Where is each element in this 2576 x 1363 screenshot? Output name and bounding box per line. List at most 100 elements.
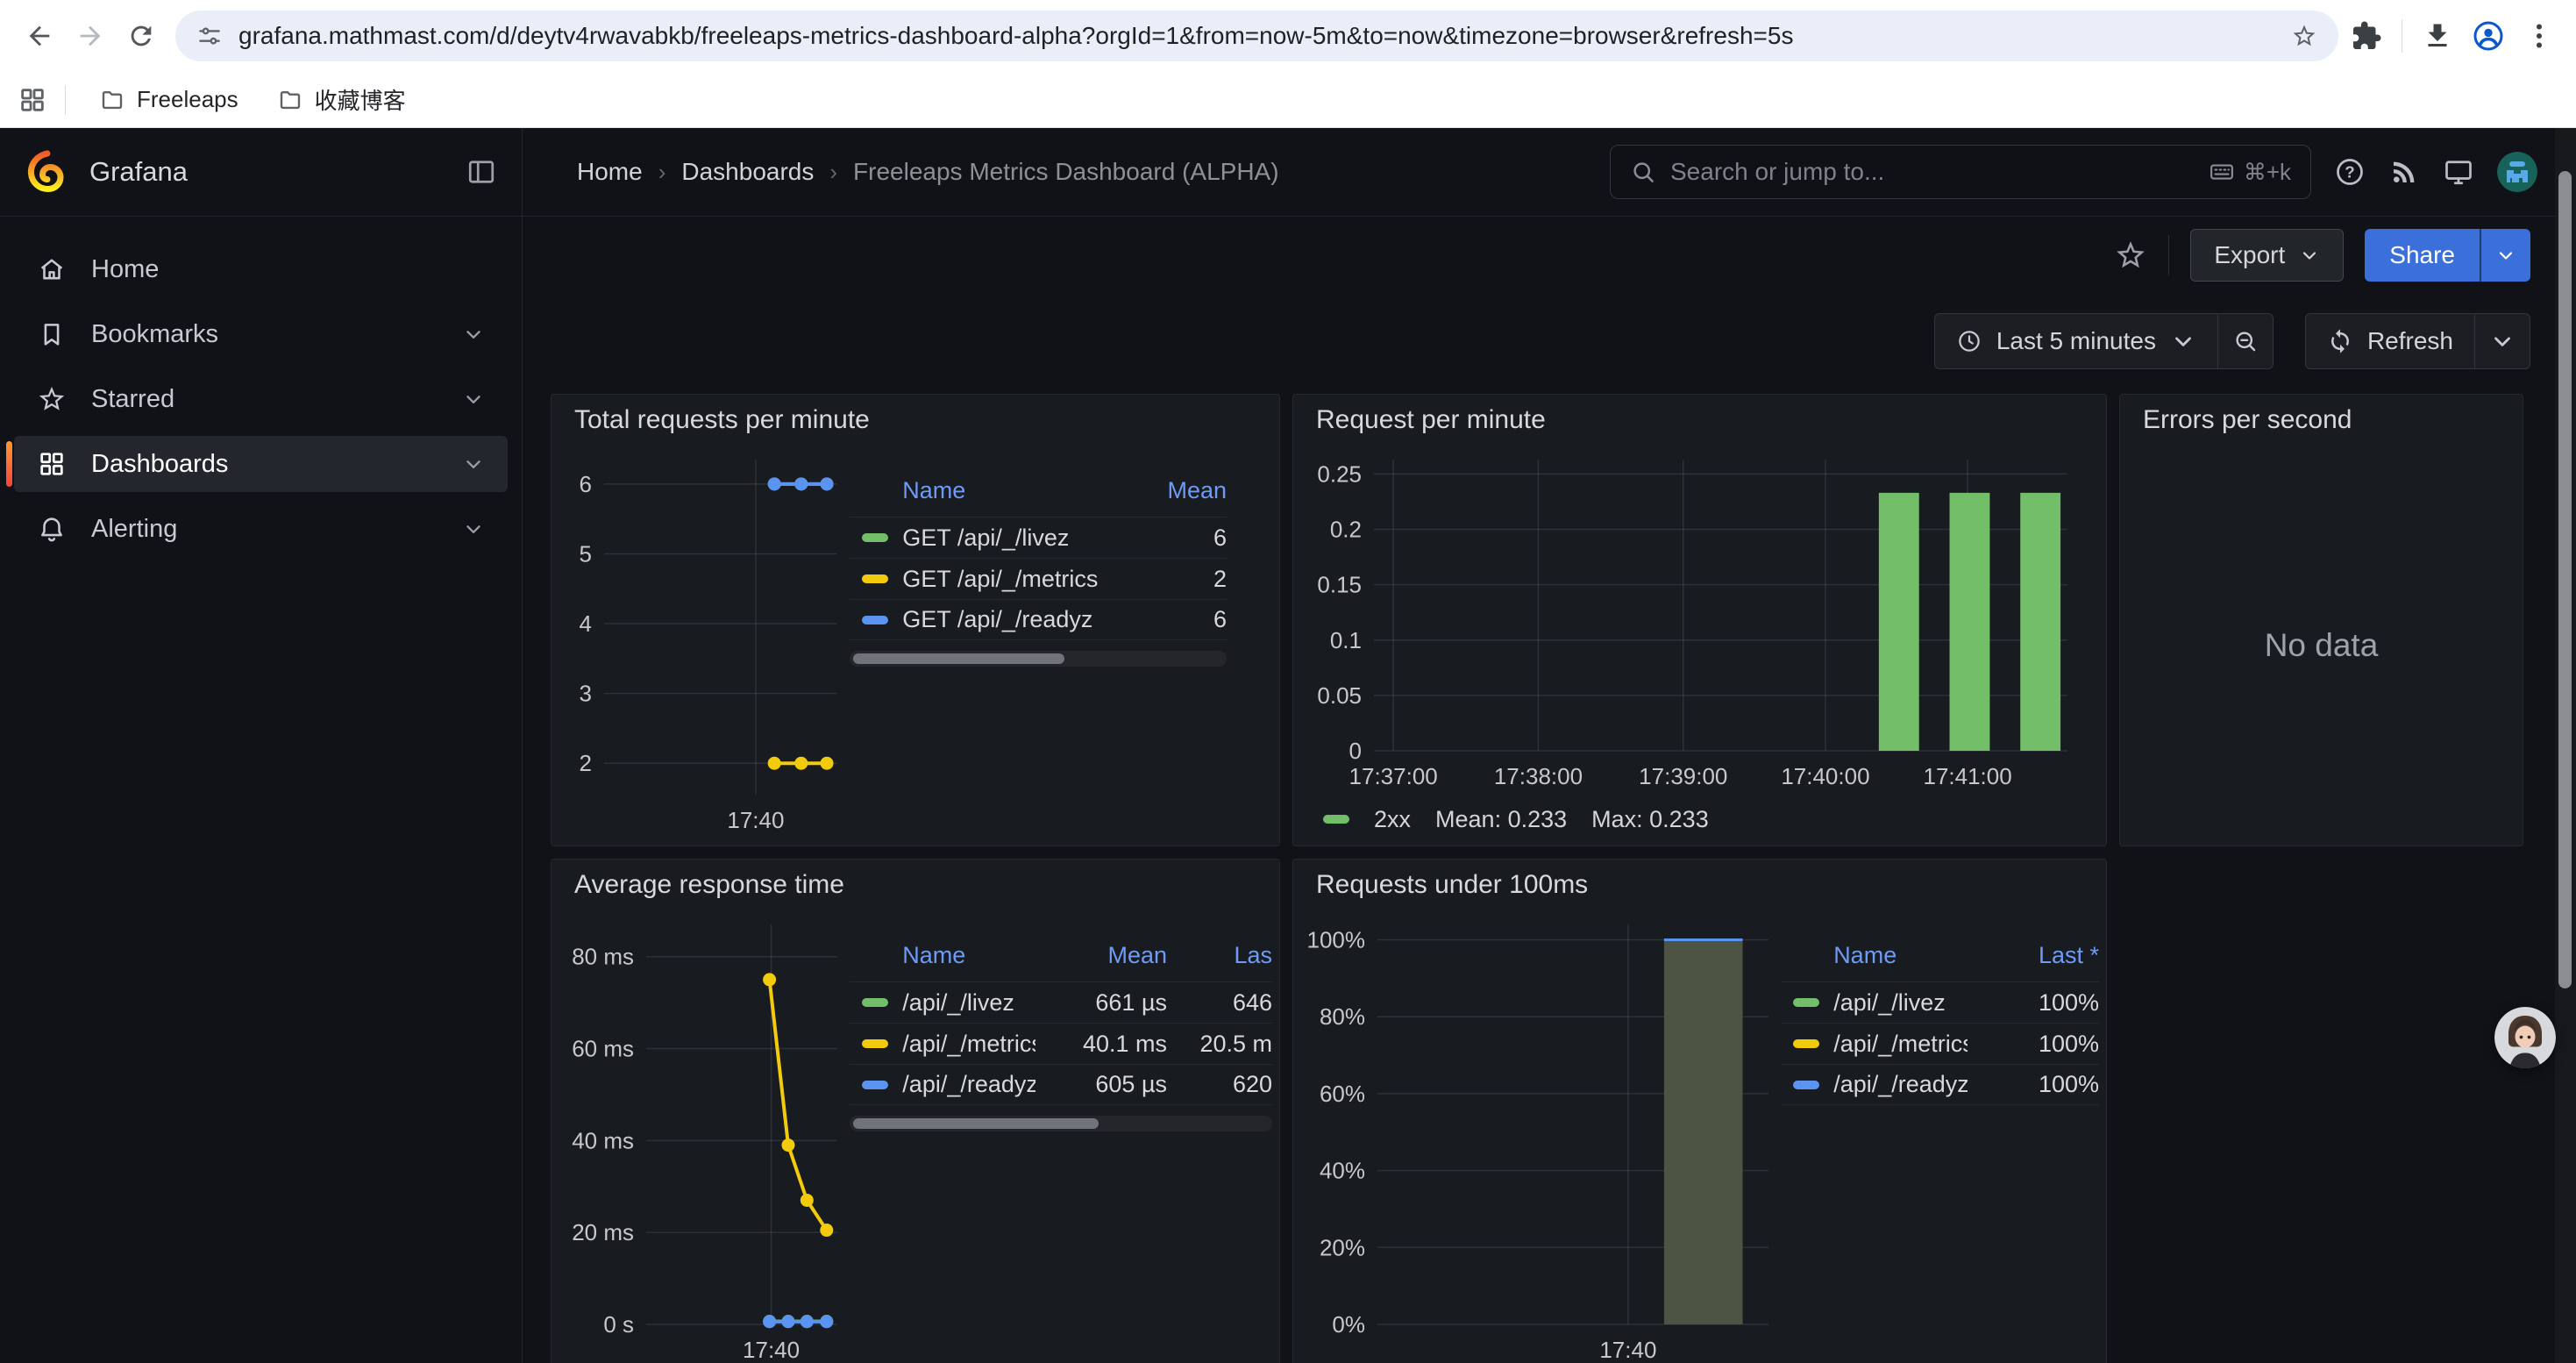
panel-title[interactable]: Total requests per minute: [551, 395, 1279, 446]
series-color-pill: [1323, 815, 1349, 824]
legend-row-get-api-livez[interactable]: GET /api/_/livez6: [850, 517, 1227, 558]
panel-requests-under-100ms: Requests under 100ms0%20%40%60%80%100%17…: [1292, 859, 2107, 1363]
keyboard-icon: [2209, 159, 2235, 185]
menu-icon[interactable]: [2523, 20, 2555, 52]
chart-plot[interactable]: 2345617:40: [551, 446, 850, 837]
tune-icon[interactable]: [196, 23, 223, 49]
legend-column-mean[interactable]: Mean: [1035, 942, 1167, 969]
favorite-dashboard-button[interactable]: [2114, 239, 2147, 272]
legend-row-api-livez[interactable]: /api/_/livez661 µs646: [850, 981, 1272, 1023]
share-button[interactable]: Share: [2365, 229, 2480, 282]
legend-row-api-metrics[interactable]: /api/_/metrics100%: [1781, 1023, 2099, 1064]
export-button[interactable]: Export: [2190, 229, 2344, 282]
series-value: 620: [1167, 1071, 1272, 1098]
chart-plot[interactable]: 0 s20 ms40 ms60 ms80 ms17:40: [551, 910, 850, 1363]
search-box[interactable]: ⌘+k: [1610, 145, 2311, 199]
legend-row-get-api-metrics[interactable]: GET /api/_/metrics2: [850, 558, 1227, 599]
refresh-button[interactable]: Refresh: [2306, 314, 2474, 368]
legend-column-name[interactable]: Name: [850, 942, 1035, 969]
download-icon[interactable]: [2422, 20, 2453, 52]
panel-title[interactable]: Errors per second: [2120, 395, 2523, 446]
svg-text:17:39:00: 17:39:00: [1639, 763, 1727, 789]
legend-h-scrollbar-thumb[interactable]: [853, 1118, 1098, 1129]
panel-toggle-icon[interactable]: [466, 156, 497, 188]
news-button[interactable]: [2388, 156, 2420, 188]
bookmark-label: Freeleaps: [137, 86, 238, 113]
display-button[interactable]: [2443, 156, 2474, 188]
chevron-down-icon[interactable]: [462, 453, 485, 475]
breadcrumb-home[interactable]: Home: [577, 158, 643, 186]
svg-text:40%: 40%: [1320, 1158, 1365, 1184]
chart-plot[interactable]: 00.050.10.150.20.2517:37:0017:38:0017:39…: [1293, 446, 2106, 793]
panel-title[interactable]: Request per minute: [1293, 395, 2106, 446]
search-input[interactable]: [1670, 158, 2195, 186]
legend-column-name[interactable]: Name: [1781, 942, 1968, 969]
svg-text:0.05: 0.05: [1317, 682, 1362, 709]
apps-grid-icon[interactable]: [18, 85, 47, 115]
sidebar-item-home[interactable]: Home: [14, 241, 508, 297]
legend-h-scrollbar-thumb[interactable]: [853, 653, 1064, 664]
legend-column-name[interactable]: Name: [850, 477, 1113, 504]
sidebar-item-starred[interactable]: Starred: [14, 371, 508, 427]
legend-h-scrollbar[interactable]: [850, 651, 1227, 667]
search-icon: [1630, 159, 1656, 185]
series-value: 2: [1113, 566, 1227, 593]
bookmark-folder-freeleaps[interactable]: Freeleaps: [83, 79, 254, 121]
brand-text[interactable]: Grafana: [89, 156, 446, 188]
series-color-pill: [862, 616, 888, 624]
bookmark-star-icon[interactable]: [2291, 23, 2317, 49]
legend-header: NameMeanLas: [850, 940, 1272, 981]
reload-button[interactable]: [116, 11, 167, 61]
legend-row-api-livez[interactable]: /api/_/livez100%: [1781, 981, 2099, 1023]
user-avatar[interactable]: [2497, 152, 2537, 192]
page-scrollbar-thumb[interactable]: [2558, 171, 2572, 988]
chevron-down-icon[interactable]: [462, 517, 485, 540]
legend-column-last[interactable]: Last *: [1968, 942, 2099, 969]
sidebar-item-dashboards[interactable]: Dashboards: [14, 436, 508, 492]
sidebar-item-bookmarks[interactable]: Bookmarks: [14, 306, 508, 362]
folder-icon: [99, 87, 125, 113]
star-icon: [2114, 239, 2147, 272]
actions-divider: [2168, 235, 2169, 275]
time-range-picker[interactable]: Last 5 minutes: [1935, 314, 2217, 368]
share-dropdown-button[interactable]: [2480, 229, 2530, 282]
legend-h-scrollbar[interactable]: [850, 1116, 1272, 1131]
legend-row-get-api-readyz[interactable]: GET /api/_/readyz6: [850, 599, 1227, 640]
svg-text:4: 4: [580, 610, 592, 637]
breadcrumb-dashboards[interactable]: Dashboards: [681, 158, 814, 186]
extensions-icon[interactable]: [2351, 20, 2382, 52]
chart-plot[interactable]: 0%20%40%60%80%100%17:40: [1293, 910, 1781, 1363]
chevron-down-icon[interactable]: [462, 388, 485, 410]
floating-assistant-avatar[interactable]: [2494, 1007, 2556, 1068]
back-button[interactable]: [14, 11, 65, 61]
legend-row-api-readyz[interactable]: /api/_/readyz100%: [1781, 1064, 2099, 1105]
sidebar-item-alerting[interactable]: Alerting: [14, 501, 508, 557]
svg-text:3: 3: [580, 681, 592, 707]
profile-icon[interactable]: [2473, 20, 2504, 52]
svg-text:20 ms: 20 ms: [572, 1219, 634, 1245]
series-name: /api/_/readyz: [902, 1071, 1035, 1098]
help-button[interactable]: ?: [2334, 156, 2366, 188]
refresh-interval-dropdown[interactable]: [2475, 314, 2530, 368]
girl-avatar-icon: [2494, 1007, 2556, 1068]
panel-title[interactable]: Requests under 100ms: [1293, 860, 2106, 910]
legend-column-mean[interactable]: Mean: [1113, 477, 1227, 504]
legend[interactable]: 2xxMean: 0.233Max: 0.233: [1293, 793, 2106, 846]
monitor-icon: [2443, 156, 2474, 188]
zoom-out-button[interactable]: [2218, 314, 2273, 368]
legend-row-api-metrics[interactable]: /api/_/metrics40.1 ms20.5 m: [850, 1023, 1272, 1064]
url-text[interactable]: grafana.mathmast.com/d/deytv4rwavabkb/fr…: [238, 22, 2275, 50]
legend-row-api-readyz[interactable]: /api/_/readyz605 µs620: [850, 1064, 1272, 1105]
series-value: 100%: [1968, 989, 2099, 1017]
legend-table: NameMeanLas/api/_/livez661 µs646/api/_/m…: [850, 940, 1279, 1105]
page-scrollbar[interactable]: [2555, 128, 2576, 1363]
chevron-down-icon[interactable]: [462, 323, 485, 346]
breadcrumb-current[interactable]: Freeleaps Metrics Dashboard (ALPHA): [853, 158, 1279, 186]
panel-title[interactable]: Average response time: [551, 860, 1279, 910]
bookmark-folder-blogs[interactable]: 收藏博客: [261, 79, 422, 121]
legend-column-las[interactable]: Las: [1167, 942, 1272, 969]
forward-button[interactable]: [65, 11, 116, 61]
grafana-logo[interactable]: [25, 149, 70, 195]
series-name: 2xx: [1374, 806, 1411, 833]
url-bar[interactable]: grafana.mathmast.com/d/deytv4rwavabkb/fr…: [175, 11, 2338, 61]
